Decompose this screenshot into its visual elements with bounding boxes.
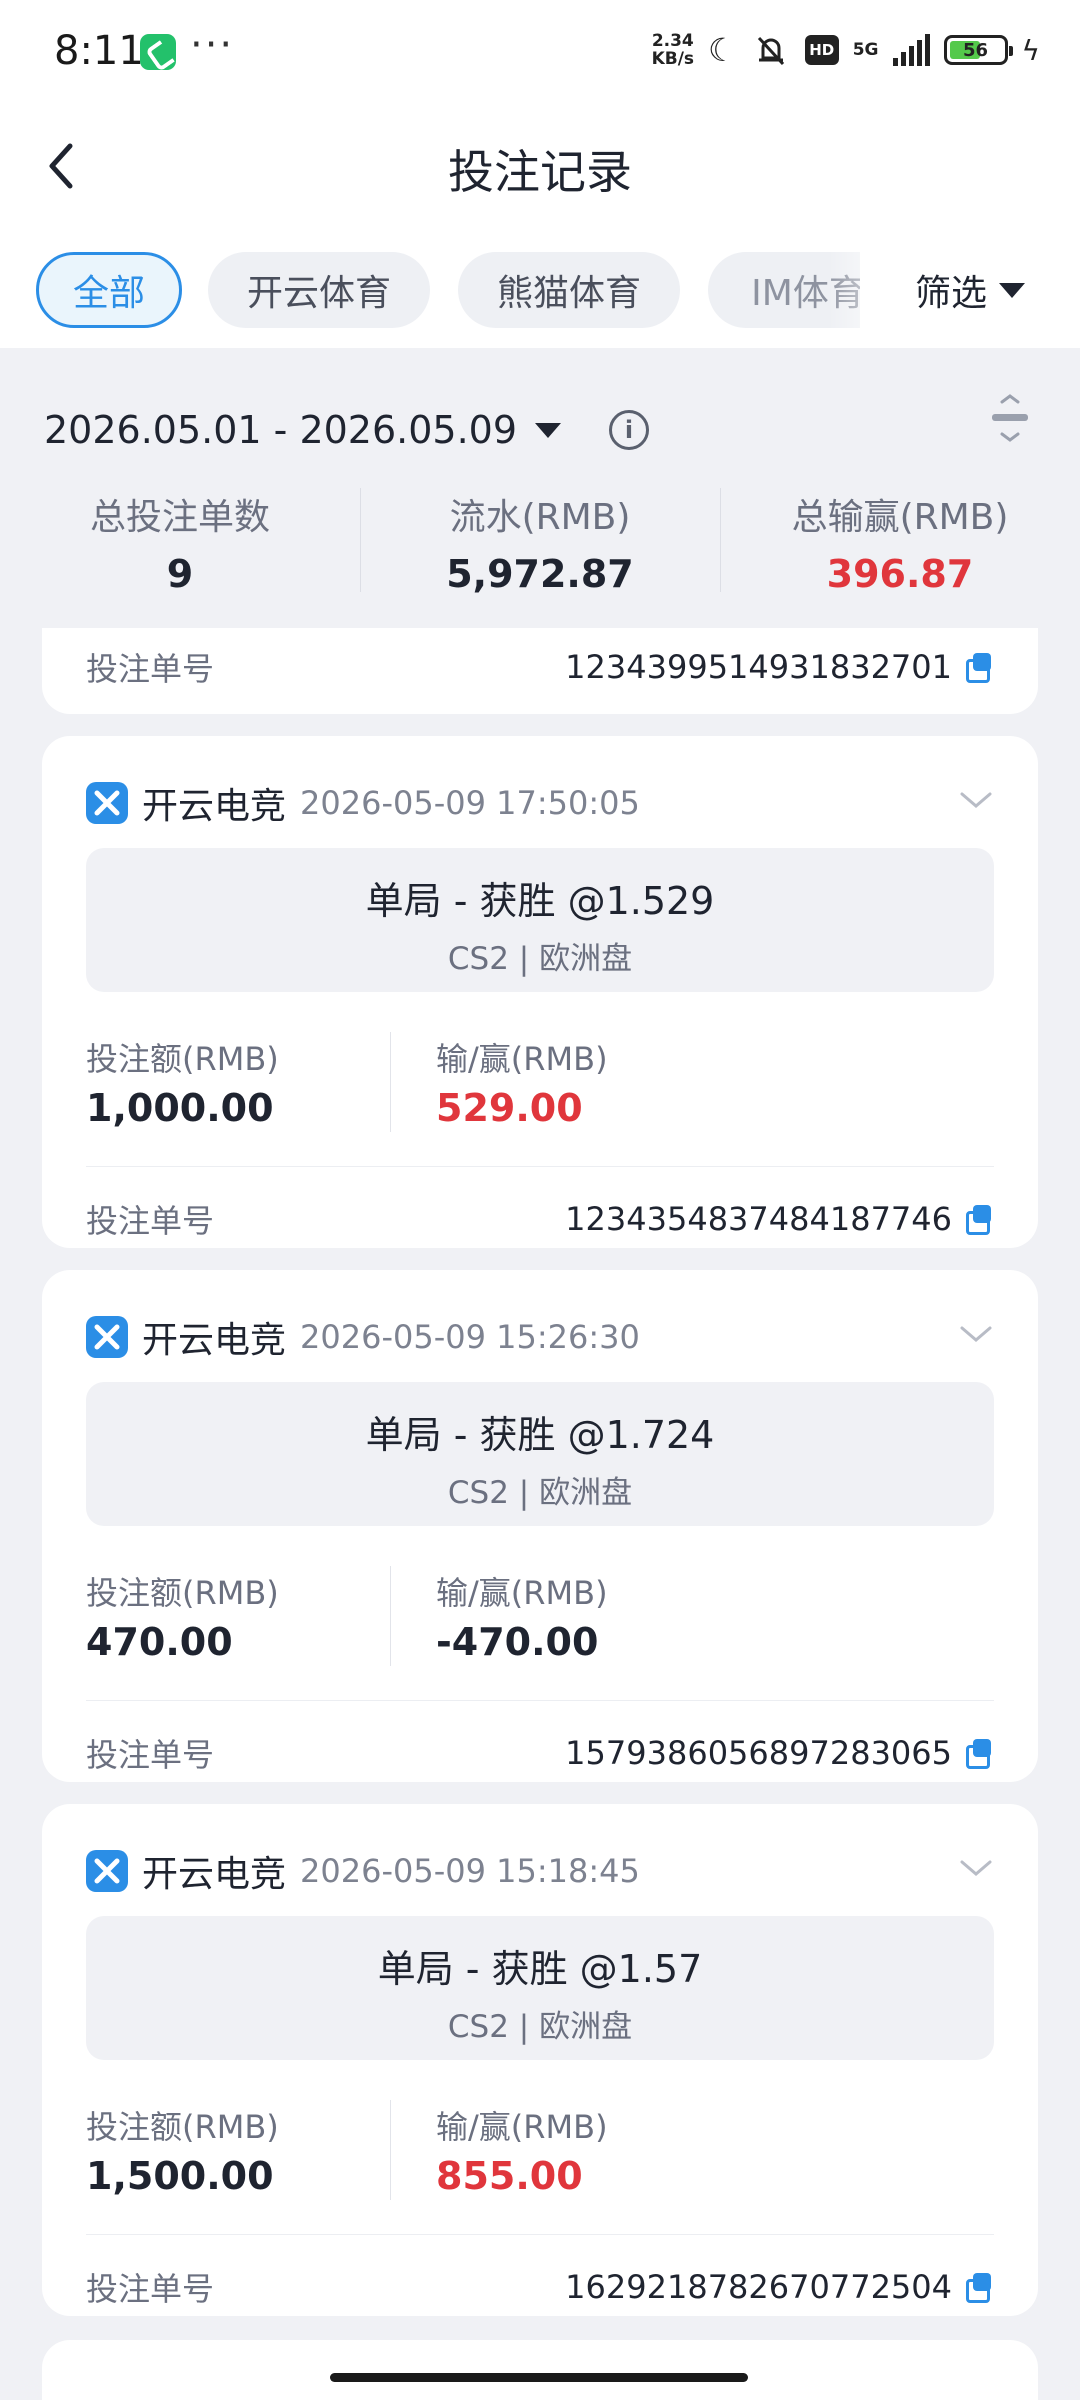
bet-card: 开云电竞 2026-05-09 15:18:45 单局 - 获胜 @1.57 C… (42, 1804, 1038, 2316)
order-label: 投注单号 (86, 1736, 215, 1774)
page-title: 投注记录 (448, 145, 632, 199)
tab-all[interactable]: 全部 (36, 252, 182, 328)
brand-name: 开云电竞 (142, 786, 287, 827)
network-type: 5G (852, 40, 879, 60)
stake-amount: 投注额(RMB) 1,500.00 (86, 2108, 279, 2198)
signal-strength-icon (892, 34, 930, 66)
copy-icon[interactable] (966, 1205, 994, 1235)
order-number: 1579386056897283065 (565, 1734, 952, 1772)
divider (390, 1566, 391, 1666)
status-time: 8:11 (54, 28, 144, 74)
hd-icon: HD (804, 35, 839, 65)
caret-down-icon (535, 422, 562, 438)
filter-label: 筛选 (914, 273, 987, 314)
date-range-text: 2026.05.01 - 2026.05.09 (44, 408, 518, 452)
bet-selection: 单局 - 获胜 @1.57 CS2 | 欧洲盘 (86, 1916, 994, 2060)
order-label: 投注单号 (86, 2270, 215, 2308)
bet-card-partial: 投注单号 1234399514931832701 (42, 628, 1038, 714)
order-number: 1234399514931832701 (565, 648, 952, 686)
caret-down-icon (999, 282, 1025, 298)
charging-bolt-icon: ϟ (1021, 33, 1040, 67)
winloss-amount: 输/赢(RMB) 529.00 (436, 1040, 608, 1130)
status-bar: 8:11 ··· 2.34 KB/s ☾ HD 5G 56 ϟ (0, 0, 1080, 100)
bet-selection: 单局 - 获胜 @1.724 CS2 | 欧洲盘 (86, 1382, 994, 1526)
phone-call-icon (140, 34, 176, 70)
order-number: 1629218782670772504 (565, 2268, 952, 2306)
tab-panda-sports[interactable]: 熊猫体育 (458, 252, 680, 328)
network-speed: 2.34 KB/s (651, 31, 695, 69)
copy-icon[interactable] (966, 653, 994, 683)
stake-amount: 投注额(RMB) 470.00 (86, 1574, 279, 1664)
bet-market: CS2 | 欧洲盘 (447, 941, 633, 977)
divider (86, 2234, 994, 2235)
bet-time: 2026-05-09 17:50:05 (300, 784, 640, 822)
collapse-summary-icon[interactable] (990, 392, 1030, 444)
copy-icon[interactable] (966, 2273, 994, 2303)
bet-selection: 单局 - 获胜 @1.529 CS2 | 欧洲盘 (86, 848, 994, 992)
summary-turnover: 流水(RMB) 5,972.87 (360, 480, 720, 600)
expand-chevron-icon[interactable] (958, 1856, 994, 1880)
bet-card-partial (42, 2340, 1038, 2400)
bet-card: 开云电竞 2026-05-09 15:26:30 单局 - 获胜 @1.724 … (42, 1270, 1038, 1782)
do-not-disturb-moon-icon: ☾ (708, 31, 737, 69)
filter-button[interactable]: 筛选 (860, 252, 1080, 328)
date-range-selector[interactable]: 2026.05.01 - 2026.05.09 i (44, 400, 650, 460)
stake-amount: 投注额(RMB) 1,000.00 (86, 1040, 279, 1130)
tab-kaiyun-sports[interactable]: 开云体育 (208, 252, 430, 328)
bet-market: CS2 | 欧洲盘 (447, 1475, 633, 1511)
kaiyun-esports-logo-icon (86, 1316, 128, 1358)
battery-icon: 56 (943, 35, 1013, 65)
brand-name: 开云电竞 (142, 1854, 287, 1895)
summary-stats: 总投注单数 9 流水(RMB) 5,972.87 总输赢(RMB) 396.87 (0, 480, 1080, 600)
expand-chevron-icon[interactable] (958, 788, 994, 812)
platform-tabs: 全部 开云体育 熊猫体育 IM体育 筛选 (0, 230, 1080, 348)
nav-header: 投注记录 (0, 100, 1080, 230)
summary-total-bets: 总投注单数 9 (89, 497, 270, 596)
mute-bell-icon (757, 36, 784, 66)
winloss-amount: 输/赢(RMB) -470.00 (436, 1574, 608, 1664)
bet-title: 单局 - 获胜 @1.724 (365, 1413, 715, 1457)
home-indicator[interactable] (330, 2373, 748, 2382)
divider (390, 2100, 391, 2200)
info-icon[interactable]: i (609, 410, 650, 450)
divider (86, 1166, 994, 1167)
bet-time: 2026-05-09 15:18:45 (300, 1852, 640, 1890)
brand-name: 开云电竞 (142, 1320, 287, 1361)
order-label: 投注单号 (86, 1202, 215, 1240)
status-icons: 2.34 KB/s ☾ HD 5G 56 ϟ (652, 28, 1040, 72)
divider (86, 1700, 994, 1701)
bet-market: CS2 | 欧洲盘 (447, 2009, 633, 2045)
more-notifications-icon: ··· (190, 22, 235, 68)
kaiyun-esports-logo-icon (86, 1850, 128, 1892)
copy-icon[interactable] (966, 1739, 994, 1769)
order-label: 投注单号 (86, 650, 215, 688)
bet-card: 开云电竞 2026-05-09 17:50:05 单局 - 获胜 @1.529 … (42, 736, 1038, 1248)
bet-time: 2026-05-09 15:26:30 (300, 1318, 640, 1356)
kaiyun-esports-logo-icon (86, 782, 128, 824)
divider (390, 1032, 391, 1132)
order-number: 1234354837484187746 (565, 1200, 952, 1238)
bet-title: 单局 - 获胜 @1.57 (377, 1947, 703, 1991)
bet-title: 单局 - 获胜 @1.529 (365, 879, 715, 923)
summary-total-winloss: 总输赢(RMB) 396.87 (720, 480, 1080, 600)
winloss-amount: 输/赢(RMB) 855.00 (436, 2108, 608, 2198)
expand-chevron-icon[interactable] (958, 1322, 994, 1346)
